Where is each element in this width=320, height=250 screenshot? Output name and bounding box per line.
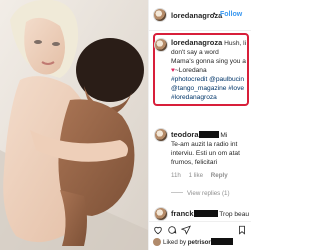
liked-by: Liked by petrisor bbox=[153, 238, 251, 248]
redaction-bar bbox=[193, 210, 218, 217]
comment-age: 11h bbox=[171, 172, 181, 179]
post-panel: loredanagroza • Follow loredanagroza Hus… bbox=[148, 0, 251, 250]
caption-avatar[interactable] bbox=[154, 38, 168, 52]
reply-button[interactable]: Reply bbox=[211, 172, 228, 179]
liked-by-prefix: Liked by bbox=[163, 239, 187, 246]
view-replies-button[interactable]: View replies (1) bbox=[171, 190, 230, 197]
heart-icon[interactable] bbox=[153, 225, 163, 235]
bookmark-icon[interactable] bbox=[237, 225, 247, 235]
liked-by-user[interactable]: petrisor bbox=[188, 239, 211, 246]
follow-button[interactable]: Follow bbox=[220, 11, 242, 18]
post-photo[interactable] bbox=[0, 0, 148, 250]
post-header: loredanagroza • Follow bbox=[149, 0, 251, 31]
comment-avatar[interactable] bbox=[154, 128, 168, 142]
comment-line-4: frumos, felicitari bbox=[171, 159, 218, 166]
caption-line-1: Hush, li bbox=[224, 40, 247, 47]
redaction-bar bbox=[210, 238, 233, 245]
comment-username[interactable]: teodora bbox=[171, 130, 199, 139]
comment-line-1: Mi bbox=[220, 132, 228, 139]
photo-illustration bbox=[0, 0, 148, 250]
caption-username[interactable]: loredanagroza bbox=[171, 38, 222, 47]
liker-avatar[interactable] bbox=[153, 238, 161, 246]
comment-icon[interactable] bbox=[167, 225, 177, 235]
hashtag-line-3[interactable]: #loredanagroza bbox=[171, 93, 249, 102]
caption: loredanagroza Hush, li don't say a word … bbox=[171, 38, 249, 102]
hashtag-line-2[interactable]: @tango_magazine #love bbox=[171, 84, 249, 93]
caption-line-4: ~Loredana bbox=[174, 67, 207, 74]
comment-2: franck Trop beau bbox=[171, 209, 251, 218]
caption-line-2: don't say a word bbox=[171, 49, 219, 56]
comment-line-3: interviu. Esti un om atat bbox=[171, 150, 240, 157]
comment-username[interactable]: franck bbox=[171, 209, 194, 218]
caption-line-3: Mama's gonna sing you a bbox=[171, 58, 246, 65]
redaction-bar bbox=[198, 131, 219, 138]
comment-line-2: Te-am auzit la radio int bbox=[171, 141, 238, 148]
hashtag-line-1[interactable]: #photocredit @paulbucin bbox=[171, 75, 249, 84]
separator-dot: • bbox=[213, 11, 216, 18]
view-replies-label: View replies (1) bbox=[187, 190, 230, 197]
avatar[interactable] bbox=[153, 8, 167, 22]
divider bbox=[171, 192, 183, 193]
comment-avatar[interactable] bbox=[154, 207, 168, 221]
comment-likes[interactable]: 1 like bbox=[189, 172, 203, 179]
share-icon[interactable] bbox=[181, 225, 191, 235]
comment-text: Trop beau bbox=[219, 211, 250, 218]
comment-meta: 11h 1 like Reply bbox=[171, 171, 249, 180]
comment-1: teodora Mi Te-am auzit la radio int inte… bbox=[171, 130, 249, 180]
